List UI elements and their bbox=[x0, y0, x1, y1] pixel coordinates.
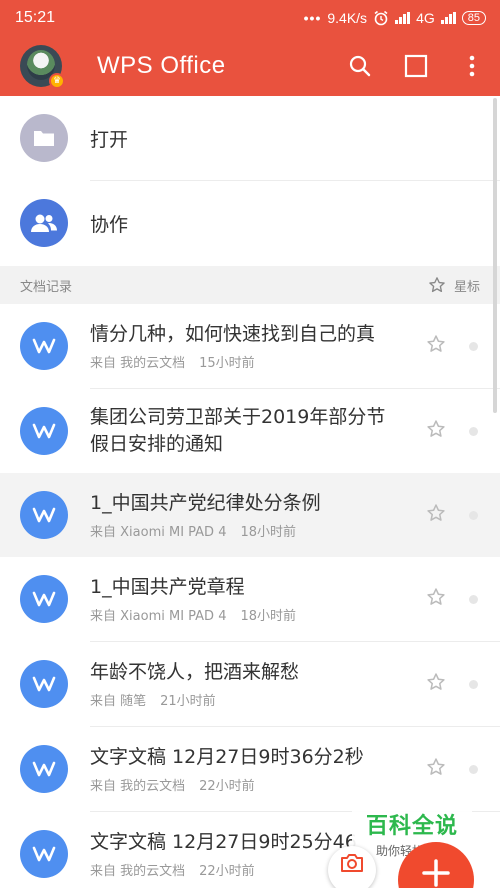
star-button[interactable] bbox=[426, 672, 446, 696]
app-title: WPS Office bbox=[97, 52, 226, 79]
document-source: 来自 我的云文档 bbox=[90, 779, 186, 794]
star-button[interactable] bbox=[426, 757, 446, 781]
collaborate-action[interactable]: 协作 bbox=[0, 181, 500, 265]
plus-icon bbox=[422, 859, 450, 887]
document-text: 情分几种，如何快速找到自己的真 来自 我的云文档 15小时前 bbox=[90, 321, 395, 371]
document-item[interactable]: 情分几种，如何快速找到自己的真 来自 我的云文档 15小时前 bbox=[0, 304, 500, 388]
star-outline-icon bbox=[429, 277, 445, 293]
document-item[interactable]: 文字文稿 12月27日9时36分2秒 来自 我的云文档 22小时前 bbox=[0, 727, 500, 811]
status-right: ••• 9.4K/s 4G 85 bbox=[304, 10, 486, 26]
document-meta: 来自 Xiaomi MI PAD 4 18小时前 bbox=[90, 605, 395, 624]
star-outline-icon bbox=[427, 673, 445, 690]
document-title: 情分几种，如何快速找到自己的真 bbox=[90, 323, 376, 345]
star-button[interactable] bbox=[426, 419, 446, 443]
more-dot-icon[interactable] bbox=[469, 427, 478, 436]
wps-writer-icon bbox=[20, 660, 68, 708]
document-time: 18小时前 bbox=[240, 525, 297, 540]
document-title: 集团公司劳卫部关于2019年部分节假日安排的通知 bbox=[90, 406, 386, 455]
star-outline-icon bbox=[427, 504, 445, 521]
document-item[interactable]: 1_中国共产党章程 来自 Xiaomi MI PAD 4 18小时前 bbox=[0, 557, 500, 641]
star-outline-icon bbox=[427, 420, 445, 437]
starred-label: 星标 bbox=[453, 279, 480, 295]
people-icon bbox=[20, 199, 68, 247]
document-source: 来自 随笔 bbox=[90, 694, 147, 709]
document-time: 18小时前 bbox=[240, 609, 297, 624]
document-text: 1_中国共产党章程 来自 Xiaomi MI PAD 4 18小时前 bbox=[90, 574, 395, 624]
hd-signal-icon bbox=[395, 12, 411, 24]
network-speed: 9.4K/s bbox=[327, 10, 368, 26]
document-item[interactable]: 集团公司劳卫部关于2019年部分节假日安排的通知 bbox=[0, 389, 500, 473]
star-button[interactable] bbox=[426, 334, 446, 358]
starred-filter-button[interactable]: 星标 bbox=[428, 276, 480, 295]
document-time: 22小时前 bbox=[199, 779, 255, 794]
more-dot-icon[interactable] bbox=[469, 342, 478, 351]
document-text: 1_中国共产党纪律处分条例 来自 Xiaomi MI PAD 4 18小时前 bbox=[90, 490, 395, 540]
star-outline-icon bbox=[427, 758, 445, 775]
more-dot-icon[interactable] bbox=[469, 680, 478, 689]
document-time: 15小时前 bbox=[199, 356, 255, 371]
star-button[interactable] bbox=[426, 587, 446, 611]
star-button[interactable] bbox=[426, 503, 446, 527]
document-title: 1_中国共产党章程 bbox=[90, 576, 245, 598]
vip-badge-icon: ♛ bbox=[49, 73, 65, 89]
star-outline-icon bbox=[427, 588, 445, 605]
more-vert-icon bbox=[469, 55, 475, 77]
more-dot-icon[interactable] bbox=[469, 765, 478, 774]
more-dot-icon[interactable] bbox=[469, 595, 478, 604]
wps-writer-icon bbox=[20, 575, 68, 623]
folder-icon bbox=[20, 114, 68, 162]
document-time: 22小时前 bbox=[199, 864, 255, 879]
multi-window-button[interactable] bbox=[388, 36, 444, 96]
document-source: 来自 我的云文档 bbox=[90, 356, 186, 371]
document-title: 文字文稿 12月27日9时36分2秒 bbox=[90, 746, 364, 768]
wps-writer-icon bbox=[20, 745, 68, 793]
document-source: 来自 我的云文档 bbox=[90, 864, 186, 879]
document-title: 年龄不饶人，把酒来解愁 bbox=[90, 661, 300, 683]
scrollbar[interactable] bbox=[493, 98, 497, 413]
wps-writer-icon bbox=[20, 830, 68, 878]
document-text: 文字文稿 12月27日9时36分2秒 来自 我的云文档 22小时前 bbox=[90, 744, 395, 794]
document-meta: 来自 随笔 21小时前 bbox=[90, 690, 395, 709]
alarm-icon bbox=[374, 10, 388, 26]
collaborate-label: 协作 bbox=[90, 213, 129, 236]
watermark-title: 百科全说 bbox=[365, 814, 458, 839]
avatar[interactable]: ♛ bbox=[20, 45, 65, 89]
app-bar: ♛ WPS Office bbox=[0, 36, 500, 96]
section-title: 文档记录 bbox=[20, 279, 73, 295]
document-text: 集团公司劳卫部关于2019年部分节假日安排的通知 bbox=[90, 404, 395, 458]
search-button[interactable] bbox=[332, 36, 388, 96]
wps-writer-icon bbox=[20, 407, 68, 455]
more-notifications-icon: ••• bbox=[303, 10, 322, 26]
document-item-selected[interactable]: 1_中国共产党纪律处分条例 来自 Xiaomi MI PAD 4 18小时前 bbox=[0, 473, 500, 557]
document-source: 来自 Xiaomi MI PAD 4 bbox=[90, 609, 227, 624]
status-time: 15:21 bbox=[15, 9, 56, 26]
more-options-button[interactable] bbox=[444, 36, 500, 96]
recent-docs-header: 文档记录 星标 bbox=[0, 266, 500, 304]
more-dot-icon[interactable] bbox=[469, 511, 478, 520]
wps-writer-icon bbox=[20, 322, 68, 370]
open-action[interactable]: 打开 bbox=[0, 96, 500, 180]
document-time: 21小时前 bbox=[160, 694, 216, 709]
wps-office-home: 15:21 ••• 9.4K/s 4G 85 ♛ WPS Office 打开 协… bbox=[0, 0, 500, 888]
battery-indicator: 85 bbox=[461, 11, 486, 25]
document-meta: 来自 Xiaomi MI PAD 4 18小时前 bbox=[90, 521, 395, 540]
app-bar-actions bbox=[332, 36, 500, 96]
document-source: 来自 Xiaomi MI PAD 4 bbox=[90, 525, 227, 540]
status-bar: 15:21 ••• 9.4K/s 4G 85 bbox=[0, 0, 500, 36]
open-label: 打开 bbox=[90, 128, 129, 151]
wps-writer-icon bbox=[20, 491, 68, 539]
search-icon bbox=[349, 55, 371, 77]
star-outline-icon bbox=[427, 335, 445, 352]
network-type: 4G bbox=[416, 10, 435, 26]
signal-icon bbox=[440, 12, 456, 24]
document-title: 1_中国共产党纪律处分条例 bbox=[90, 492, 321, 514]
camera-button[interactable] bbox=[328, 846, 376, 888]
document-text: 年龄不饶人，把酒来解愁 来自 随笔 21小时前 bbox=[90, 659, 395, 709]
document-meta: 来自 我的云文档 22小时前 bbox=[90, 775, 395, 794]
square-icon bbox=[404, 54, 428, 78]
document-meta: 来自 我的云文档 15小时前 bbox=[90, 352, 395, 371]
document-item[interactable]: 年龄不饶人，把酒来解愁 来自 随笔 21小时前 bbox=[0, 642, 500, 726]
camera-icon bbox=[341, 854, 363, 872]
